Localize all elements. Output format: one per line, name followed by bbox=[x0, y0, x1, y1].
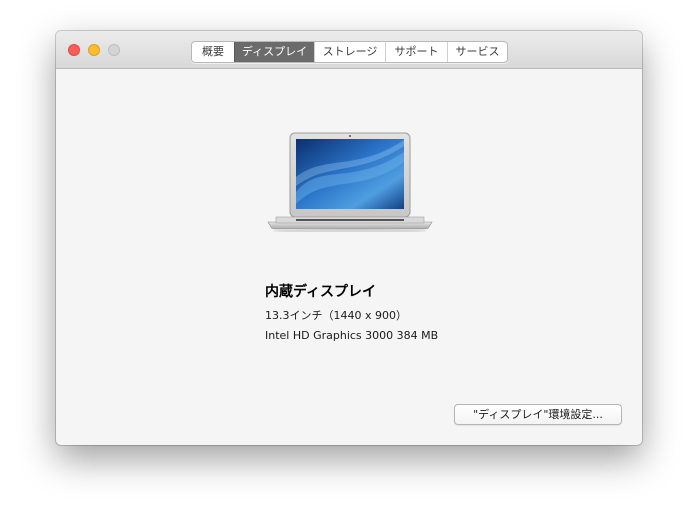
zoom-icon bbox=[108, 44, 120, 56]
about-this-mac-window: 概要 ディスプレイ ストレージ サポート サービス 内蔵ディスプレイ 13.3イ… bbox=[56, 31, 642, 445]
graphics-info: Intel HD Graphics 3000 384 MB bbox=[265, 329, 439, 342]
close-icon[interactable] bbox=[68, 44, 80, 56]
display-size: 13.3インチ（1440 x 900） bbox=[265, 309, 407, 322]
minimize-icon[interactable] bbox=[88, 44, 100, 56]
tab-overview[interactable]: 概要 bbox=[192, 42, 234, 62]
macbook-air-icon bbox=[267, 132, 433, 232]
tab-storage[interactable]: ストレージ bbox=[314, 42, 385, 62]
tab-support[interactable]: サポート bbox=[385, 42, 447, 62]
tab-bar: 概要 ディスプレイ ストレージ サポート サービス bbox=[191, 41, 508, 63]
display-name: 内蔵ディスプレイ bbox=[265, 284, 377, 300]
titlebar: 概要 ディスプレイ ストレージ サポート サービス bbox=[56, 31, 642, 69]
display-preferences-button[interactable]: "ディスプレイ"環境設定... bbox=[454, 404, 622, 425]
tab-service[interactable]: サービス bbox=[447, 42, 507, 62]
tab-displays[interactable]: ディスプレイ bbox=[234, 42, 314, 62]
